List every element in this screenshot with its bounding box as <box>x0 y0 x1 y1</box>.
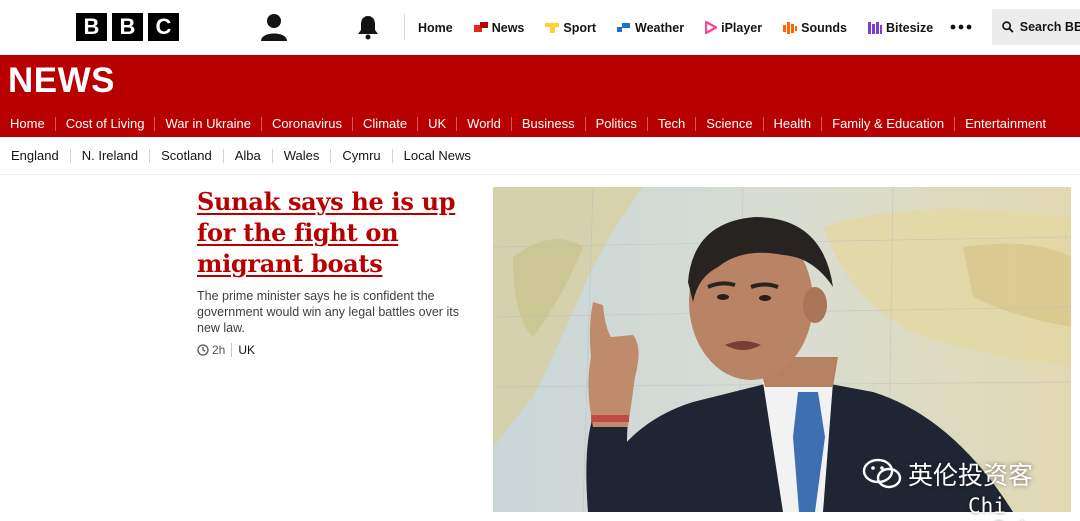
news-banner: NEWS Home Cost of Living War in Ukraine … <box>0 55 1080 137</box>
search-icon <box>1002 21 1014 33</box>
section-war-in-ukraine[interactable]: War in Ukraine <box>154 116 260 131</box>
nav-weather-label: Weather <box>635 20 685 35</box>
nav-sport[interactable]: Sport <box>545 21 596 35</box>
story-time-label: 2h <box>212 343 226 357</box>
global-nav: Home News Sport Weather iPlayer Sounds B… <box>418 0 954 55</box>
nav-iplayer[interactable]: iPlayer <box>705 21 762 35</box>
section-world[interactable]: World <box>456 116 511 131</box>
account-icon[interactable] <box>259 13 289 41</box>
top-story: Sunak says he is up for the fight on mig… <box>197 186 482 357</box>
nav-home[interactable]: Home <box>418 21 453 35</box>
news-title[interactable]: NEWS <box>8 61 115 101</box>
watermark-subtext: Chi na2uk <box>968 494 1031 521</box>
section-family-education[interactable]: Family & Education <box>821 116 954 131</box>
regional-subnav: England N. Ireland Scotland Alba Wales C… <box>0 137 1080 175</box>
news-icon <box>473 21 488 32</box>
logo-letter-b1: B <box>76 13 107 41</box>
subnav-wales[interactable]: Wales <box>271 148 331 163</box>
nav-sounds-label: Sounds <box>801 20 847 35</box>
section-home[interactable]: Home <box>0 116 55 131</box>
search-button[interactable]: Search BBC <box>992 9 1080 45</box>
section-business[interactable]: Business <box>510 116 585 131</box>
header-divider <box>404 14 405 40</box>
nav-news[interactable]: News <box>473 20 525 35</box>
nav-home-label: Home <box>418 20 453 35</box>
nav-weather[interactable]: Weather <box>617 21 684 35</box>
global-header: B B C Home News Sport Weather iPlayer So… <box>0 0 1080 55</box>
subnav-alba[interactable]: Alba <box>222 148 272 163</box>
wechat-icon <box>862 458 902 489</box>
watermark: 英伦投资客 <box>862 456 1033 492</box>
nav-iplayer-label: iPlayer <box>721 20 763 35</box>
clock-icon <box>197 344 209 356</box>
section-coronavirus[interactable]: Coronavirus <box>260 116 352 131</box>
nav-sport-label: Sport <box>563 20 597 35</box>
bitesize-icon <box>867 21 882 34</box>
news-sections-nav: Home Cost of Living War in Ukraine Coron… <box>0 110 1056 137</box>
subnav-england[interactable]: England <box>0 148 70 163</box>
story-summary: The prime minister says he is confident … <box>197 289 459 335</box>
story-timestamp: 2h <box>197 343 231 357</box>
logo-letter-c: C <box>148 13 179 41</box>
section-science[interactable]: Science <box>695 116 762 131</box>
iplayer-icon <box>705 21 718 34</box>
story-topic-tag[interactable]: UK <box>231 343 255 357</box>
search-label: Search BBC <box>1019 20 1080 34</box>
nav-sounds[interactable]: Sounds <box>783 21 847 35</box>
section-health[interactable]: Health <box>762 116 822 131</box>
story-headline-link[interactable]: Sunak says he is up for the fight on mig… <box>197 186 482 279</box>
section-entertainment[interactable]: Entertainment <box>954 116 1056 131</box>
section-cost-of-living[interactable]: Cost of Living <box>54 116 155 131</box>
notifications-bell-icon[interactable] <box>355 14 381 40</box>
nav-bitesize[interactable]: Bitesize <box>867 20 934 35</box>
subnav-scotland[interactable]: Scotland <box>149 148 223 163</box>
section-tech[interactable]: Tech <box>646 116 695 131</box>
section-politics[interactable]: Politics <box>584 116 647 131</box>
nav-news-label: News <box>491 20 525 35</box>
subnav-local-news[interactable]: Local News <box>391 148 482 163</box>
nav-bitesize-label: Bitesize <box>885 20 934 35</box>
more-menu-icon[interactable] <box>950 24 972 30</box>
subnav-cymru[interactable]: Cymru <box>330 148 391 163</box>
logo-letter-b2: B <box>112 13 143 41</box>
weather-icon <box>617 22 631 32</box>
story-meta: 2h UK <box>197 343 482 357</box>
sport-icon <box>545 22 560 33</box>
subnav-n-ireland[interactable]: N. Ireland <box>69 148 149 163</box>
section-uk[interactable]: UK <box>417 116 456 131</box>
section-climate[interactable]: Climate <box>352 116 417 131</box>
sounds-icon <box>783 21 798 34</box>
watermark-text: 英伦投资客 <box>908 461 1034 490</box>
bbc-logo[interactable]: B B C <box>76 13 179 41</box>
